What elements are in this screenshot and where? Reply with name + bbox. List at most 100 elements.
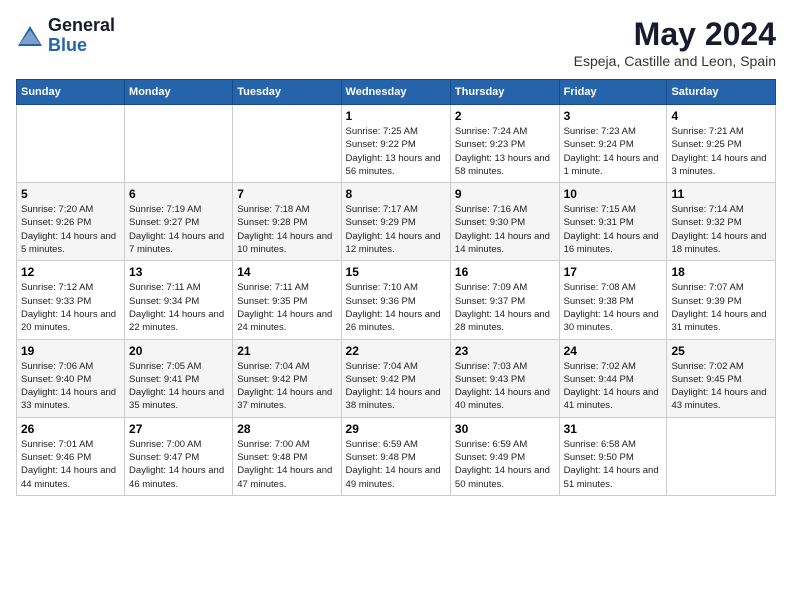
sunset-label: Sunset: 9:31 PM — [564, 217, 634, 228]
day-info: Sunrise: 7:03 AM Sunset: 9:43 PM Dayligh… — [455, 360, 555, 413]
sunset-label: Sunset: 9:50 PM — [564, 452, 634, 463]
day-number: 16 — [455, 265, 555, 279]
sunrise-label: Sunrise: 7:11 AM — [129, 282, 201, 293]
sunrise-label: Sunrise: 7:15 AM — [564, 204, 636, 215]
day-number: 27 — [129, 422, 228, 436]
calendar-cell: 25 Sunrise: 7:02 AM Sunset: 9:45 PM Dayl… — [667, 339, 776, 417]
day-number: 22 — [346, 344, 446, 358]
day-info: Sunrise: 7:08 AM Sunset: 9:38 PM Dayligh… — [564, 281, 663, 334]
sunset-label: Sunset: 9:28 PM — [237, 217, 307, 228]
title-block: May 2024 Espeja, Castille and Leon, Spai… — [574, 16, 776, 69]
calendar-cell: 7 Sunrise: 7:18 AM Sunset: 9:28 PM Dayli… — [233, 183, 341, 261]
day-number: 30 — [455, 422, 555, 436]
day-info: Sunrise: 7:15 AM Sunset: 9:31 PM Dayligh… — [564, 203, 663, 256]
daylight-label: Daylight: 14 hours and 35 minutes. — [129, 387, 224, 411]
daylight-label: Daylight: 14 hours and 3 minutes. — [671, 153, 766, 177]
sunset-label: Sunset: 9:24 PM — [564, 139, 634, 150]
sunset-label: Sunset: 9:43 PM — [455, 374, 525, 385]
day-number: 7 — [237, 187, 336, 201]
sunrise-label: Sunrise: 7:24 AM — [455, 126, 527, 137]
day-info: Sunrise: 7:16 AM Sunset: 9:30 PM Dayligh… — [455, 203, 555, 256]
day-number: 31 — [564, 422, 663, 436]
week-row-5: 26 Sunrise: 7:01 AM Sunset: 9:46 PM Dayl… — [17, 417, 776, 495]
daylight-label: Daylight: 14 hours and 18 minutes. — [671, 231, 766, 255]
daylight-label: Daylight: 14 hours and 37 minutes. — [237, 387, 332, 411]
calendar-cell: 11 Sunrise: 7:14 AM Sunset: 9:32 PM Dayl… — [667, 183, 776, 261]
day-number: 11 — [671, 187, 771, 201]
sunrise-label: Sunrise: 7:00 AM — [237, 439, 309, 450]
calendar-cell — [125, 105, 233, 183]
sunset-label: Sunset: 9:39 PM — [671, 296, 741, 307]
calendar-table: Sunday Monday Tuesday Wednesday Thursday… — [16, 79, 776, 496]
daylight-label: Daylight: 14 hours and 30 minutes. — [564, 309, 659, 333]
col-sunday: Sunday — [17, 80, 125, 105]
daylight-label: Daylight: 14 hours and 12 minutes. — [346, 231, 441, 255]
daylight-label: Daylight: 14 hours and 46 minutes. — [129, 465, 224, 489]
calendar-cell: 3 Sunrise: 7:23 AM Sunset: 9:24 PM Dayli… — [559, 105, 667, 183]
day-info: Sunrise: 7:06 AM Sunset: 9:40 PM Dayligh… — [21, 360, 120, 413]
day-info: Sunrise: 7:02 AM Sunset: 9:44 PM Dayligh… — [564, 360, 663, 413]
sunrise-label: Sunrise: 7:18 AM — [237, 204, 309, 215]
week-row-2: 5 Sunrise: 7:20 AM Sunset: 9:26 PM Dayli… — [17, 183, 776, 261]
day-number: 21 — [237, 344, 336, 358]
day-number: 13 — [129, 265, 228, 279]
sunrise-label: Sunrise: 7:17 AM — [346, 204, 418, 215]
sunset-label: Sunset: 9:44 PM — [564, 374, 634, 385]
sunset-label: Sunset: 9:27 PM — [129, 217, 199, 228]
calendar-cell: 20 Sunrise: 7:05 AM Sunset: 9:41 PM Dayl… — [125, 339, 233, 417]
calendar-cell: 5 Sunrise: 7:20 AM Sunset: 9:26 PM Dayli… — [17, 183, 125, 261]
sunset-label: Sunset: 9:30 PM — [455, 217, 525, 228]
calendar-cell: 15 Sunrise: 7:10 AM Sunset: 9:36 PM Dayl… — [341, 261, 450, 339]
sunrise-label: Sunrise: 7:21 AM — [671, 126, 743, 137]
daylight-label: Daylight: 14 hours and 10 minutes. — [237, 231, 332, 255]
calendar-cell: 13 Sunrise: 7:11 AM Sunset: 9:34 PM Dayl… — [125, 261, 233, 339]
day-number: 2 — [455, 109, 555, 123]
logo-icon — [16, 22, 44, 50]
day-info: Sunrise: 6:59 AM Sunset: 9:48 PM Dayligh… — [346, 438, 446, 491]
sunset-label: Sunset: 9:40 PM — [21, 374, 91, 385]
day-info: Sunrise: 7:04 AM Sunset: 9:42 PM Dayligh… — [237, 360, 336, 413]
day-info: Sunrise: 7:04 AM Sunset: 9:42 PM Dayligh… — [346, 360, 446, 413]
day-number: 6 — [129, 187, 228, 201]
sunrise-label: Sunrise: 7:08 AM — [564, 282, 636, 293]
sunset-label: Sunset: 9:32 PM — [671, 217, 741, 228]
day-number: 3 — [564, 109, 663, 123]
sunrise-label: Sunrise: 7:23 AM — [564, 126, 636, 137]
sunrise-label: Sunrise: 7:02 AM — [671, 361, 743, 372]
calendar-cell: 26 Sunrise: 7:01 AM Sunset: 9:46 PM Dayl… — [17, 417, 125, 495]
calendar-header-row: Sunday Monday Tuesday Wednesday Thursday… — [17, 80, 776, 105]
sunset-label: Sunset: 9:41 PM — [129, 374, 199, 385]
calendar-cell: 10 Sunrise: 7:15 AM Sunset: 9:31 PM Dayl… — [559, 183, 667, 261]
col-saturday: Saturday — [667, 80, 776, 105]
day-info: Sunrise: 7:23 AM Sunset: 9:24 PM Dayligh… — [564, 125, 663, 178]
calendar-cell: 16 Sunrise: 7:09 AM Sunset: 9:37 PM Dayl… — [450, 261, 559, 339]
day-number: 23 — [455, 344, 555, 358]
calendar-cell: 8 Sunrise: 7:17 AM Sunset: 9:29 PM Dayli… — [341, 183, 450, 261]
calendar-cell: 12 Sunrise: 7:12 AM Sunset: 9:33 PM Dayl… — [17, 261, 125, 339]
sunset-label: Sunset: 9:46 PM — [21, 452, 91, 463]
day-info: Sunrise: 6:58 AM Sunset: 9:50 PM Dayligh… — [564, 438, 663, 491]
daylight-label: Daylight: 14 hours and 7 minutes. — [129, 231, 224, 255]
calendar-cell: 24 Sunrise: 7:02 AM Sunset: 9:44 PM Dayl… — [559, 339, 667, 417]
calendar-cell: 2 Sunrise: 7:24 AM Sunset: 9:23 PM Dayli… — [450, 105, 559, 183]
day-info: Sunrise: 7:01 AM Sunset: 9:46 PM Dayligh… — [21, 438, 120, 491]
daylight-label: Daylight: 14 hours and 14 minutes. — [455, 231, 550, 255]
day-number: 17 — [564, 265, 663, 279]
sunset-label: Sunset: 9:22 PM — [346, 139, 416, 150]
day-info: Sunrise: 7:10 AM Sunset: 9:36 PM Dayligh… — [346, 281, 446, 334]
day-info: Sunrise: 7:02 AM Sunset: 9:45 PM Dayligh… — [671, 360, 771, 413]
day-number: 4 — [671, 109, 771, 123]
sunset-label: Sunset: 9:45 PM — [671, 374, 741, 385]
day-number: 28 — [237, 422, 336, 436]
sunset-label: Sunset: 9:34 PM — [129, 296, 199, 307]
day-info: Sunrise: 7:24 AM Sunset: 9:23 PM Dayligh… — [455, 125, 555, 178]
daylight-label: Daylight: 14 hours and 38 minutes. — [346, 387, 441, 411]
sunrise-label: Sunrise: 7:16 AM — [455, 204, 527, 215]
day-info: Sunrise: 7:25 AM Sunset: 9:22 PM Dayligh… — [346, 125, 446, 178]
calendar-cell: 18 Sunrise: 7:07 AM Sunset: 9:39 PM Dayl… — [667, 261, 776, 339]
page-header: General Blue May 2024 Espeja, Castille a… — [16, 16, 776, 69]
day-number: 25 — [671, 344, 771, 358]
sunset-label: Sunset: 9:38 PM — [564, 296, 634, 307]
calendar-cell: 1 Sunrise: 7:25 AM Sunset: 9:22 PM Dayli… — [341, 105, 450, 183]
sunrise-label: Sunrise: 6:59 AM — [346, 439, 418, 450]
